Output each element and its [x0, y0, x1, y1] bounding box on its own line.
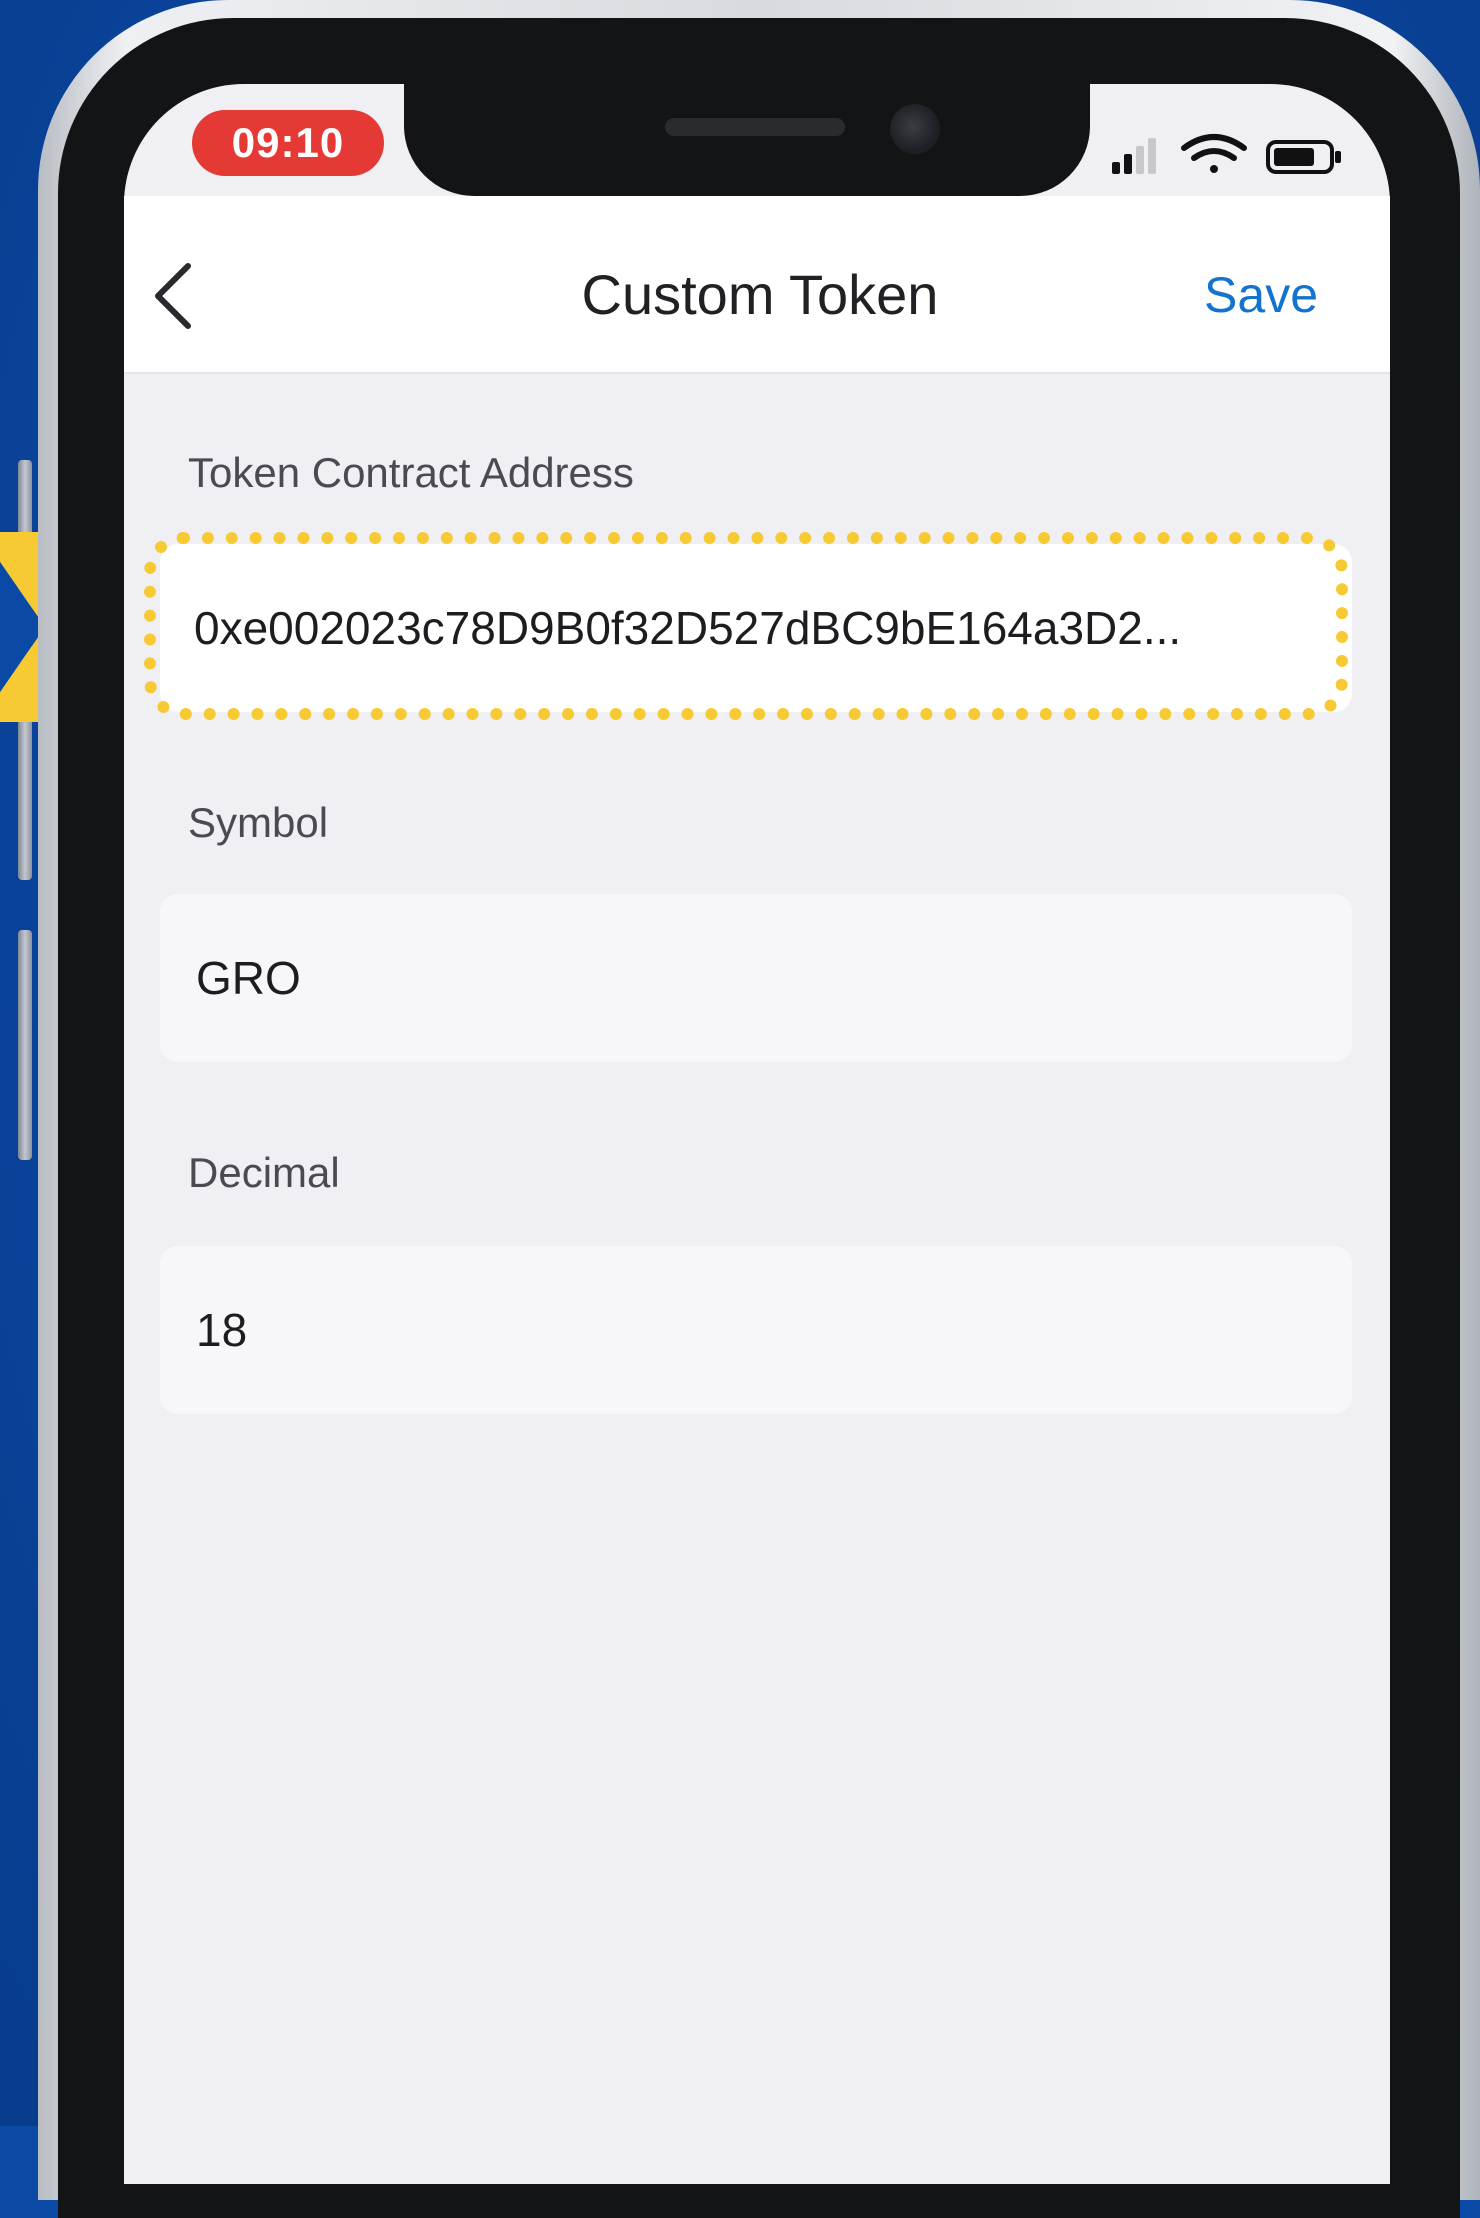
symbol-label: Symbol [188, 799, 329, 846]
camera [890, 104, 940, 154]
battery-icon [1266, 140, 1341, 174]
symbol-field[interactable]: GRO [160, 894, 1352, 1062]
notch [404, 84, 1090, 196]
decimal-input[interactable]: 18 [196, 1246, 1316, 1414]
screen [124, 84, 1390, 2184]
status-icons [1112, 134, 1341, 174]
save-button[interactable]: Save [1168, 262, 1318, 328]
back-button[interactable] [148, 260, 198, 332]
side-button [18, 930, 32, 1160]
contract-address-label: Token Contract Address [188, 449, 634, 496]
page-title: Custom Token [581, 263, 939, 326]
decimal-label: Decimal [188, 1149, 340, 1196]
decimal-field[interactable]: 18 [160, 1246, 1352, 1414]
speaker [665, 118, 845, 136]
status-time: 09:10 [192, 110, 384, 176]
highlight-outline [144, 532, 1348, 720]
wifi-icon [1181, 134, 1247, 173]
signal-icon [1112, 138, 1156, 174]
chevron-left-icon [155, 263, 191, 329]
symbol-input[interactable]: GRO [196, 894, 1316, 1062]
